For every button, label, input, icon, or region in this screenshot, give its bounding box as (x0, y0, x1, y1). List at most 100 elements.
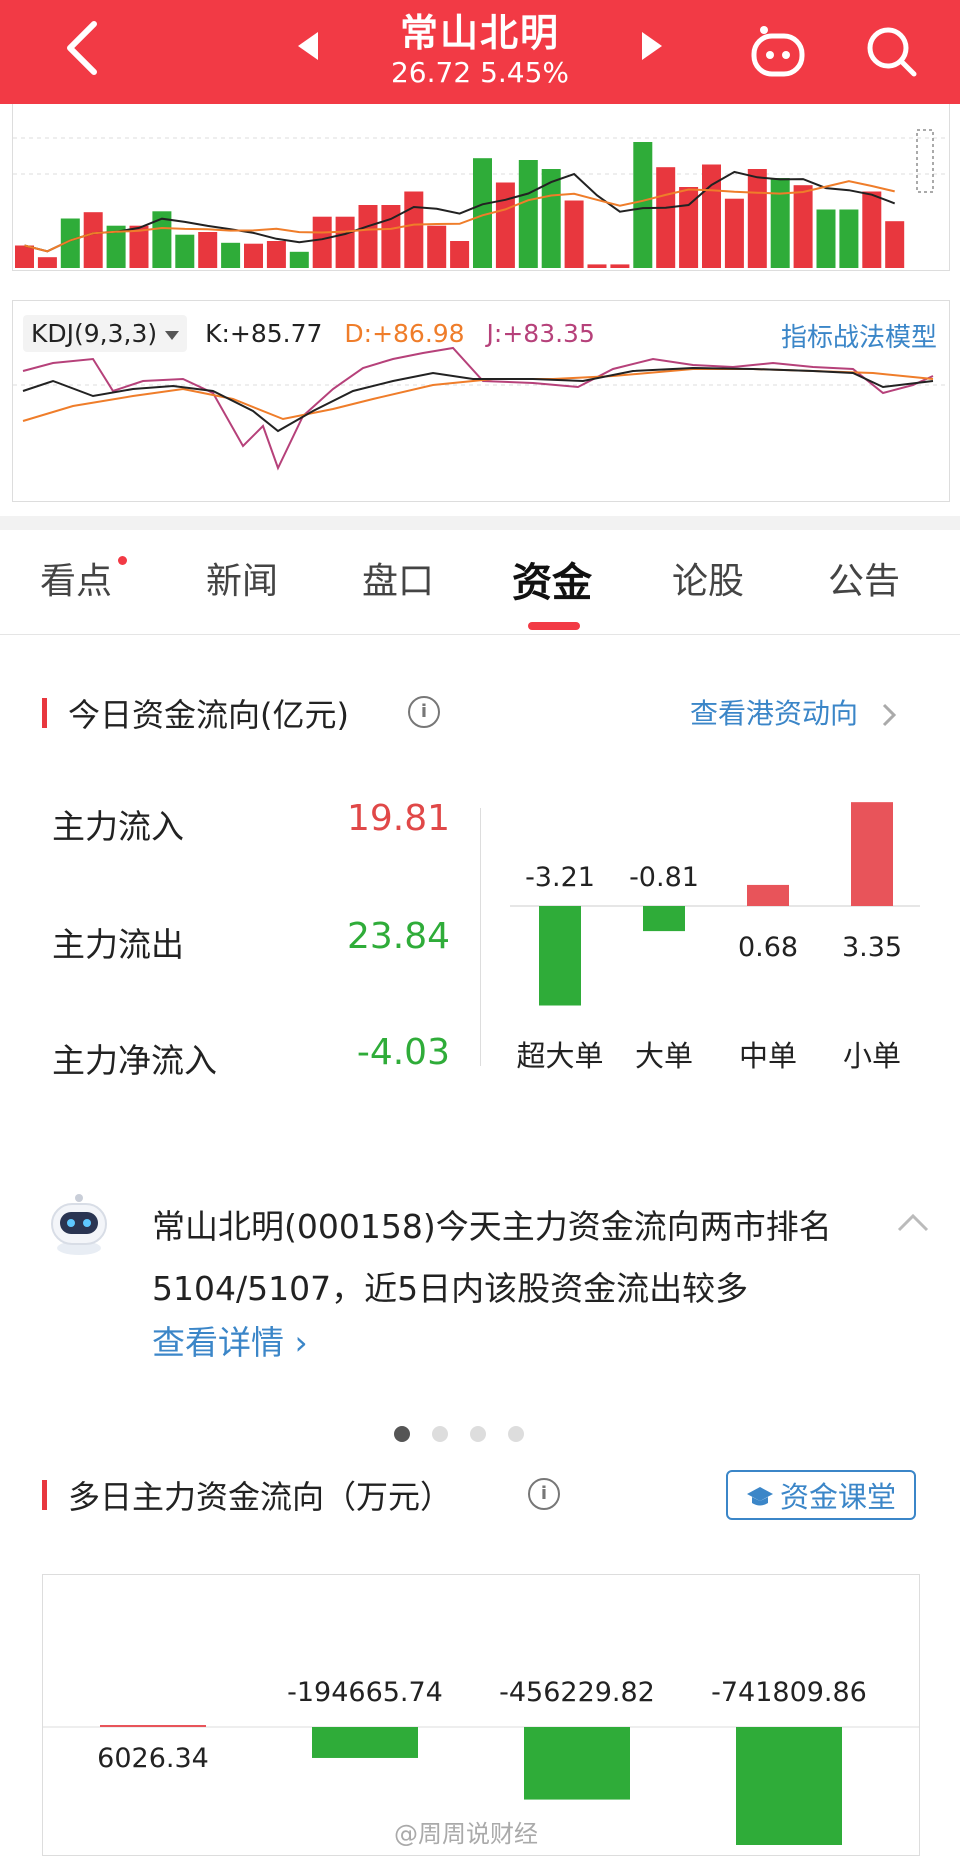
kdj-k-value: K:+85.77 (205, 319, 323, 348)
funds-class-button[interactable]: 资金课堂 (726, 1470, 916, 1520)
flow-bar-value: 3.35 (842, 932, 902, 963)
volume-bar (770, 178, 790, 268)
volume-bar (747, 169, 767, 268)
carousel-dot[interactable] (394, 1426, 410, 1442)
flow-bar (643, 906, 685, 932)
stock-change: 5.45% (480, 56, 570, 89)
multi-day-bar-value: -194665.74 (287, 1677, 443, 1708)
volume-bar (404, 191, 424, 268)
flow-bar-label: 大单 (635, 1039, 693, 1073)
chevron-right-icon (882, 703, 897, 727)
volume-bar (427, 225, 447, 268)
robot-assistant-icon (51, 1194, 107, 1255)
view-details-link[interactable]: 查看详情 › (152, 1316, 308, 1364)
volume-bar (564, 200, 584, 268)
tab-bar: 看点 新闻 盘口 资金 论股 公告 (0, 530, 960, 635)
main-inflow-label: 主力流入 (52, 807, 184, 846)
volume-bar (37, 257, 57, 268)
info-icon[interactable]: i (408, 696, 440, 728)
volume-bar (724, 198, 744, 268)
info-icon[interactable]: i (528, 1478, 560, 1510)
order-size-flow-chart: -3.21 超大单 -0.81 大单 0.68 中单 3.35 小单 (510, 802, 920, 1073)
search-icon[interactable] (862, 22, 922, 82)
hk-funds-link-label: 查看港资动向 (690, 697, 859, 730)
multi-day-flow-chart-svg: 6026.34 -194665.74 -456229.82 -741809.86 (43, 1677, 919, 1845)
dropdown-arrow-icon (165, 330, 180, 340)
main-net-inflow-label: 主力净流入 (52, 1041, 217, 1080)
volume-bar (793, 185, 813, 268)
kdj-selector[interactable]: KDJ(9,3,3) (23, 315, 188, 352)
volume-bar (702, 164, 721, 268)
section-marker (42, 698, 47, 728)
volume-bar (221, 242, 241, 268)
next-stock-icon[interactable] (642, 32, 662, 60)
tab-news[interactable]: 新闻 (206, 552, 278, 604)
crosshair-marker (916, 129, 934, 193)
kdj-d-value: D:+86.98 (344, 319, 465, 348)
main-outflow-value: 23.84 (346, 916, 450, 957)
multi-day-bar (100, 1725, 206, 1727)
multi-day-bar-value: -456229.82 (499, 1677, 655, 1708)
flow-bar-value: -3.21 (525, 862, 595, 893)
volume-bar (198, 232, 218, 268)
carousel-dot[interactable] (470, 1426, 486, 1442)
volume-chart-svg (13, 129, 949, 268)
divider (480, 808, 481, 1066)
kdj-header: KDJ(9,3,3) K:+85.77 D:+86.98 J:+83.35 (23, 315, 595, 352)
tab-announcement[interactable]: 公告 (828, 552, 900, 604)
top-bar: 常山北明 26.72 5.45% (0, 0, 960, 104)
graduation-cap-icon (746, 1487, 773, 1506)
volume-bar (266, 241, 286, 268)
multi-day-bar (312, 1727, 418, 1758)
ai-summary-text: 常山北明(000158)今天主力资金流向两市排名5104/5107，近5日内该股… (152, 1207, 832, 1308)
volume-bar (244, 243, 263, 268)
active-tab-indicator (528, 622, 580, 630)
volume-bar (289, 251, 309, 268)
volume-bar (816, 209, 836, 268)
volume-bar (335, 216, 355, 268)
watermark: @周周说财经 (394, 1820, 538, 1848)
main-outflow-label: 主力流出 (52, 925, 184, 964)
kdj-chart: KDJ(9,3,3) K:+85.77 D:+86.98 J:+83.35 指标… (12, 300, 950, 502)
volume-bar (450, 241, 470, 268)
stock-name: 常山北明 (399, 11, 560, 55)
volume-bar (358, 205, 378, 268)
tab-lungu[interactable]: 论股 (672, 552, 744, 604)
volume-bar (862, 191, 882, 268)
volume-bar (15, 245, 34, 268)
kdj-line (22, 366, 934, 433)
section-marker (42, 1480, 47, 1510)
volume-bar (312, 216, 332, 268)
tab-funds[interactable]: 资金 (512, 550, 592, 608)
robot-icon[interactable] (748, 22, 808, 82)
volume-bar (633, 142, 653, 268)
multi-day-bar (736, 1727, 842, 1845)
kdj-line (22, 346, 934, 471)
tab-pankou[interactable]: 盘口 (362, 552, 434, 604)
flow-bar (539, 906, 581, 1006)
stock-quote: 26.72 5.45% (0, 56, 960, 89)
chevron-up-icon[interactable] (896, 1210, 930, 1234)
volume-chart (12, 104, 950, 271)
indicator-strategy-link[interactable]: 指标战法模型 (781, 317, 937, 354)
hk-funds-link[interactable]: 查看港资动向 (690, 692, 899, 732)
flow-bar-label: 中单 (739, 1039, 797, 1073)
funds-class-button-label: 资金课堂 (779, 1480, 896, 1514)
today-flow-title: 今日资金流向(亿元) (68, 696, 349, 734)
volume-bar (610, 264, 630, 268)
volume-bar (885, 221, 905, 268)
kdj-j-value: J:+83.35 (486, 319, 595, 348)
tab-badge-dot (118, 556, 127, 565)
main-inflow-value: 19.81 (346, 798, 450, 839)
section-gap (0, 516, 960, 530)
flow-bar-label: 超大单 (516, 1039, 603, 1073)
volume-bar (83, 212, 103, 268)
flow-bar-label: 小单 (843, 1039, 901, 1073)
carousel-dot[interactable] (432, 1426, 448, 1442)
carousel-dots (394, 1426, 546, 1446)
tab-kandian[interactable]: 看点 (40, 552, 112, 604)
volume-bar (541, 169, 561, 268)
volume-bar (839, 209, 859, 268)
volume-bar (656, 167, 676, 268)
carousel-dot[interactable] (508, 1426, 524, 1442)
